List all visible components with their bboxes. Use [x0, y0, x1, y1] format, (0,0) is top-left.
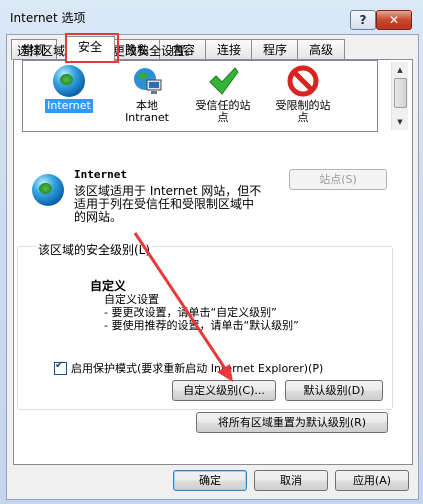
tab-highlight-box [65, 33, 119, 63]
zone-restricted-sites[interactable]: 受限制的站 点 [263, 63, 343, 125]
close-button[interactable]: ✕ [376, 10, 412, 30]
sites-button[interactable]: 站点(S) [289, 169, 387, 190]
tab-programs[interactable]: 程序 [251, 39, 299, 60]
custom-level-button[interactable]: 自定义级别(C)... [172, 380, 276, 401]
protected-mode-label: 启用保护模式(要求重新启动 Internet Explorer)(P) [71, 362, 324, 375]
restricted-icon [287, 65, 319, 97]
cancel-button[interactable]: 取消 [254, 470, 328, 491]
help-button[interactable]: ? [350, 10, 376, 30]
zone-trusted-sites[interactable]: 受信任的站 点 [183, 63, 263, 125]
zone-list-scrollbar[interactable]: ▲ ▼ [391, 62, 408, 130]
intranet-icon [131, 65, 163, 97]
apply-button[interactable]: 应用(A) [335, 470, 409, 491]
zone-list[interactable]: Internet 本地 Intranet 受信任的站 点 受限制的站 点 ▲ ▼ [22, 60, 408, 132]
zone-globe-icon [32, 174, 64, 206]
protected-mode-row[interactable]: 启用保护模式(要求重新启动 Internet Explorer)(P) [54, 360, 323, 376]
scroll-up-arrow-icon[interactable]: ▲ [393, 63, 407, 77]
zone-label: 受信任的站 点 [195, 99, 251, 124]
zone-internet[interactable]: Internet [29, 63, 109, 113]
zone-name: Internet [74, 168, 127, 181]
tab-advanced[interactable]: 高级 [297, 39, 345, 60]
ok-button[interactable]: 确定 [173, 470, 247, 491]
reset-all-zones-button[interactable]: 将所有区域重置为默认级别(R) [196, 412, 388, 433]
custom-level-title: 自定义 [90, 279, 127, 293]
zone-label: 本地 Intranet [125, 99, 169, 124]
protected-mode-checkbox[interactable] [54, 360, 67, 375]
zone-local-intranet[interactable]: 本地 Intranet [107, 63, 187, 125]
globe-icon [53, 65, 85, 97]
zone-description: 该区域适用于 Internet 网站，但不适用于列在受信任和受限制区域中的网站。 [74, 184, 262, 224]
zone-label: 受限制的站 点 [275, 99, 331, 124]
title-bar: Internet 选项 ? ✕ [0, 0, 423, 34]
default-level-button[interactable]: 默认级别(D) [285, 380, 383, 401]
security-level-group-title: 该区域的安全级别(L) [36, 241, 153, 258]
trusted-check-icon [207, 65, 239, 97]
scroll-thumb[interactable] [394, 78, 407, 108]
scroll-down-arrow-icon[interactable]: ▼ [393, 115, 407, 129]
custom-level-description: 自定义设置 - 要更改设置，请单击“自定义级别” - 要使用推荐的设置，请单击“… [104, 293, 299, 332]
tab-connections[interactable]: 连接 [205, 39, 253, 60]
zone-label: Internet [45, 99, 93, 113]
window-title: Internet 选项 [10, 11, 86, 25]
